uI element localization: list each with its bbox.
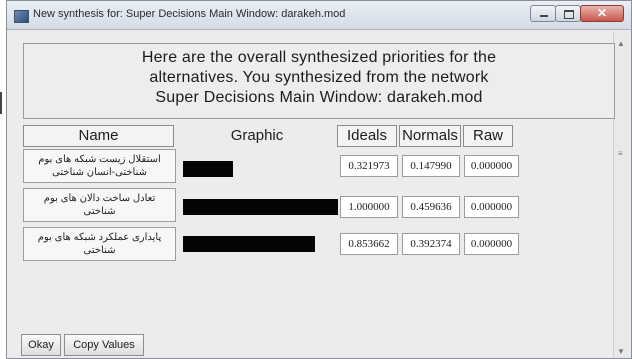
- minimize-icon: [540, 15, 548, 17]
- window-title: New synthesis for: Super Decisions Main …: [33, 8, 346, 20]
- column-header-ideals[interactable]: Ideals: [337, 125, 397, 147]
- column-header-normals[interactable]: Normals: [399, 125, 461, 147]
- normals-value-3: 0.392374: [402, 233, 460, 255]
- message-line-1: Here are the overall synthesized priorit…: [141, 49, 497, 66]
- scroll-up-icon[interactable]: ▲: [617, 39, 625, 48]
- normals-value-1: 0.147990: [402, 155, 460, 177]
- maximize-icon: [564, 10, 574, 19]
- vertical-scrollbar[interactable]: ▲ ≡ ▼: [613, 31, 630, 358]
- app-icon: [14, 10, 29, 23]
- scroll-marker-icon[interactable]: ≡: [618, 149, 625, 158]
- column-header-name[interactable]: Name: [23, 125, 174, 147]
- ideals-value-3: 0.853662: [340, 233, 398, 255]
- priority-bar-2: [183, 199, 338, 215]
- raw-value-1: 0.000000: [464, 155, 519, 177]
- alternative-name-2: تعادل ساخت دالان های بوم شناختی: [23, 188, 176, 222]
- alternative-name-1: استقلال زیست شبکه های بوم شناختی-انسان ش…: [23, 149, 176, 183]
- title-bar[interactable]: New synthesis for: Super Decisions Main …: [7, 1, 631, 30]
- copy-values-button[interactable]: Copy Values: [64, 334, 144, 356]
- maximize-button[interactable]: [555, 5, 581, 22]
- okay-button[interactable]: Okay: [21, 334, 61, 356]
- left-edge-line: [0, 92, 2, 114]
- message-line-2: alternatives. You synthesized from the n…: [149, 69, 489, 86]
- priority-bar-1: [183, 161, 233, 177]
- column-header-raw[interactable]: Raw: [463, 125, 513, 147]
- raw-value-3: 0.000000: [464, 233, 519, 255]
- close-icon: ✕: [597, 6, 608, 20]
- alternative-name-3: پایداری عملکرد شبکه های بوم شناختی: [23, 227, 176, 261]
- ideals-value-1: 0.321973: [340, 155, 398, 177]
- normals-value-2: 0.459636: [402, 196, 460, 218]
- synthesis-message-box: Here are the overall synthesized priorit…: [23, 43, 615, 119]
- minimize-button[interactable]: [530, 5, 556, 22]
- message-line-3: Super Decisions Main Window: darakeh.mod: [155, 89, 483, 106]
- ideals-value-2: 1.000000: [340, 196, 398, 218]
- scroll-down-icon[interactable]: ▼: [617, 347, 625, 356]
- raw-value-2: 0.000000: [464, 196, 519, 218]
- close-button[interactable]: ✕: [580, 5, 624, 22]
- column-header-graphic: Graphic: [230, 127, 284, 144]
- synthesis-window: New synthesis for: Super Decisions Main …: [6, 0, 632, 359]
- priority-bar-3: [183, 236, 315, 252]
